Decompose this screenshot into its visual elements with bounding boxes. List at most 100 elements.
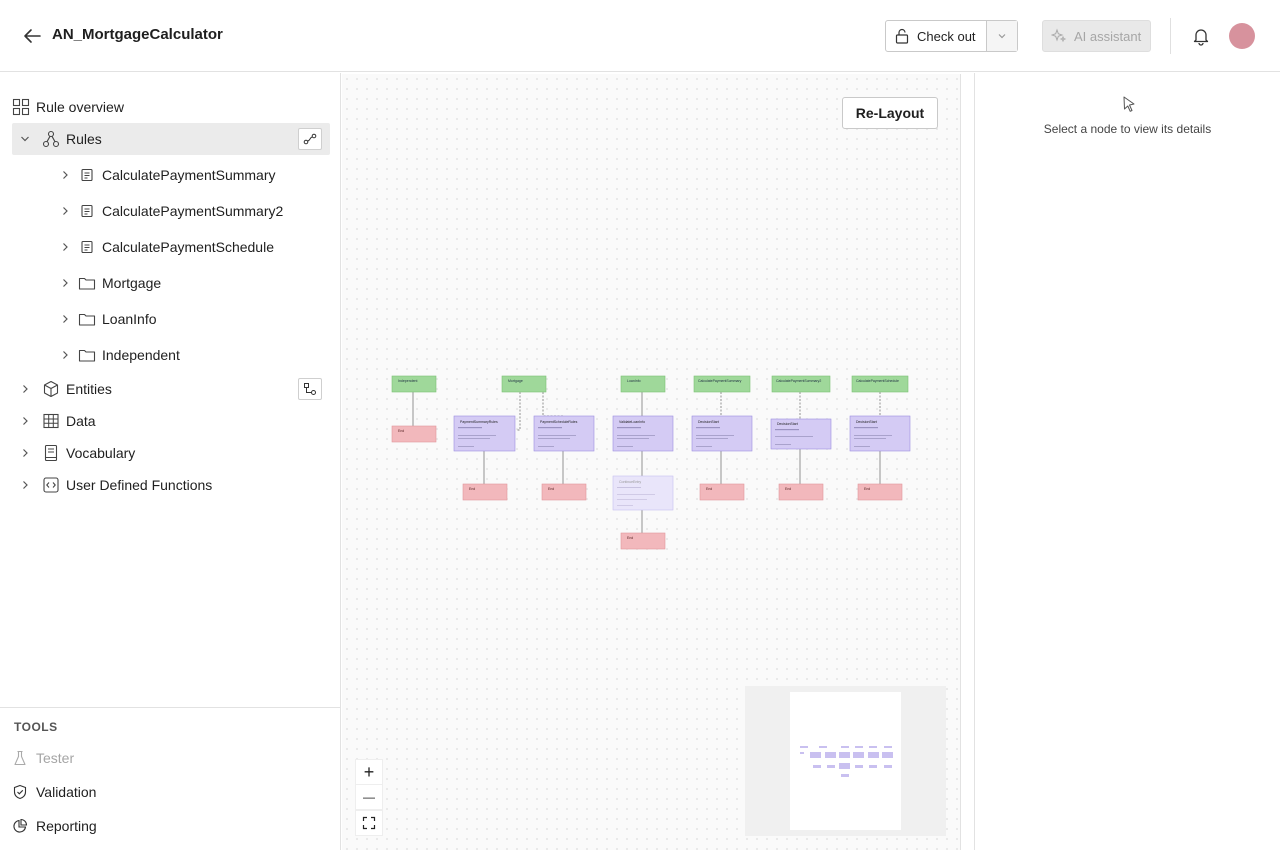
end-node[interactable]: End — [391, 425, 437, 443]
decision-node[interactable]: PaymentScheduleRules — [533, 415, 595, 452]
pie-chart-icon — [13, 818, 28, 833]
folder-item-independent[interactable]: Independent — [12, 339, 330, 371]
ai-assistant-button[interactable]: AI assistant — [1042, 20, 1151, 52]
chevron-right-icon[interactable] — [18, 478, 32, 492]
sidebar-item-user-defined-functions[interactable]: User Defined Functions — [12, 469, 330, 501]
back-arrow-icon[interactable] — [20, 24, 44, 48]
sidebar-item-label: Vocabulary — [66, 445, 136, 461]
folder-item-label: Mortgage — [102, 275, 162, 291]
folder-item-mortgage[interactable]: Mortgage — [12, 267, 330, 299]
zoom-out-button[interactable]: — — [355, 784, 383, 810]
folder-icon — [78, 346, 96, 364]
chevron-right-icon[interactable] — [18, 446, 32, 460]
start-node[interactable]: CalculatePaymentSummary2 — [771, 375, 831, 393]
checkout-button[interactable]: Check out — [886, 21, 986, 51]
unlock-icon — [895, 28, 909, 44]
rule-item-calculatepaymentsummary[interactable]: CalculatePaymentSummary — [12, 159, 330, 191]
end-node[interactable]: End — [462, 483, 508, 501]
tools-divider — [0, 707, 340, 708]
start-node[interactable]: Independent — [391, 375, 437, 393]
chevron-down-icon[interactable] — [18, 132, 32, 146]
chevron-right-icon[interactable] — [18, 414, 32, 428]
chevron-down-icon — [998, 34, 1006, 39]
zoom-out-label: — — [363, 790, 375, 804]
code-icon — [42, 476, 60, 494]
node-label: End — [469, 487, 475, 491]
zoom-in-button[interactable]: + — [355, 759, 383, 785]
details-empty-message: Select a node to view its details — [1043, 122, 1212, 136]
node-details-panel: Select a node to view its details — [974, 73, 1280, 850]
checkout-label: Check out — [917, 28, 976, 44]
fit-view-icon — [362, 816, 376, 830]
chevron-right-icon[interactable] — [58, 312, 72, 326]
node-label: ContinueEntry — [619, 480, 641, 484]
decision-node[interactable]: DecisionStart — [849, 415, 911, 452]
sidebar-item-label: Entities — [66, 381, 112, 397]
sidebar-item-label: Data — [66, 413, 96, 429]
sidebar-item-label: Rules — [66, 131, 102, 147]
node-label: DecisionStart — [777, 422, 798, 426]
fit-view-button[interactable] — [355, 810, 383, 836]
zoom-in-label: + — [363, 761, 375, 782]
rule-item-label: CalculatePaymentSummary — [102, 167, 276, 183]
end-node[interactable]: End — [620, 532, 666, 550]
start-node[interactable]: Mortgage — [501, 375, 547, 393]
end-node[interactable]: End — [699, 483, 745, 501]
rule-item-calculatepaymentsummary2[interactable]: CalculatePaymentSummary2 — [12, 195, 330, 227]
folder-item-label: LoanInfo — [102, 311, 157, 327]
cursor-pointer-icon — [1121, 95, 1137, 113]
decision-node[interactable]: DecisionStart — [691, 415, 753, 452]
rule-flow-button[interactable] — [298, 128, 322, 150]
end-node[interactable]: End — [778, 483, 824, 501]
folder-item-loaninfo[interactable]: LoanInfo — [12, 303, 330, 335]
chevron-right-icon[interactable] — [58, 204, 72, 218]
document-icon — [78, 238, 96, 256]
node-label: End — [706, 487, 712, 491]
start-node[interactable]: LoanInfo — [620, 375, 666, 393]
tool-reporting[interactable]: Reporting — [12, 813, 97, 839]
tool-label: Validation — [36, 784, 97, 800]
continue-node[interactable]: ContinueEntry — [612, 475, 674, 511]
start-node[interactable]: CalculatePaymentSchedule — [851, 375, 909, 393]
node-label: DecisionStart — [856, 420, 877, 424]
flask-icon — [14, 750, 26, 766]
sidebar-item-entities[interactable]: Entities — [12, 373, 330, 405]
rule-flow-canvas[interactable]: Re-Layout Independent Mortgage LoanInfo … — [342, 74, 961, 850]
checkout-split-button: Check out — [885, 20, 1018, 52]
sidebar-item-rule-overview[interactable]: Rule overview — [12, 91, 330, 123]
notification-bell-icon[interactable] — [1191, 26, 1211, 46]
checkout-dropdown-button[interactable] — [986, 21, 1017, 51]
left-sidebar: Rule overview Rules CalculatePaymentSumm… — [0, 73, 341, 850]
chevron-right-icon[interactable] — [58, 240, 72, 254]
book-icon — [42, 444, 60, 462]
start-node[interactable]: CalculatePaymentSummary — [693, 375, 751, 393]
chevron-right-icon[interactable] — [58, 276, 72, 290]
canvas-minimap[interactable] — [745, 686, 946, 836]
tool-tester[interactable]: Tester — [12, 745, 74, 771]
shield-check-icon — [13, 784, 27, 800]
sidebar-item-rules[interactable]: Rules — [12, 123, 330, 155]
entity-diagram-button[interactable] — [298, 378, 322, 400]
end-node[interactable]: End — [857, 483, 903, 501]
node-label: End — [627, 536, 633, 540]
minimap-viewport[interactable] — [790, 692, 901, 830]
rule-item-label: CalculatePaymentSchedule — [102, 239, 274, 255]
sidebar-item-label: Rule overview — [36, 99, 124, 115]
chevron-right-icon[interactable] — [58, 168, 72, 182]
header-divider — [1170, 18, 1171, 54]
decision-node[interactable]: PaymentSummaryRules — [453, 415, 516, 452]
sidebar-item-data[interactable]: Data — [12, 405, 330, 437]
decision-node[interactable]: ValidateLoanInfo — [612, 415, 674, 452]
tool-label: Reporting — [36, 818, 97, 834]
rule-item-calculatepaymentschedule[interactable]: CalculatePaymentSchedule — [12, 231, 330, 263]
sparkle-icon — [1051, 28, 1067, 43]
chevron-right-icon[interactable] — [18, 382, 32, 396]
end-node[interactable]: End — [541, 483, 587, 501]
chevron-right-icon[interactable] — [58, 348, 72, 362]
decision-node[interactable]: DecisionStart — [770, 418, 832, 450]
sidebar-item-vocabulary[interactable]: Vocabulary — [12, 437, 330, 469]
tool-validation[interactable]: Validation — [12, 779, 96, 805]
diagram-icon — [304, 383, 316, 395]
ai-assistant-label: AI assistant — [1074, 28, 1142, 44]
user-avatar[interactable] — [1229, 23, 1255, 49]
